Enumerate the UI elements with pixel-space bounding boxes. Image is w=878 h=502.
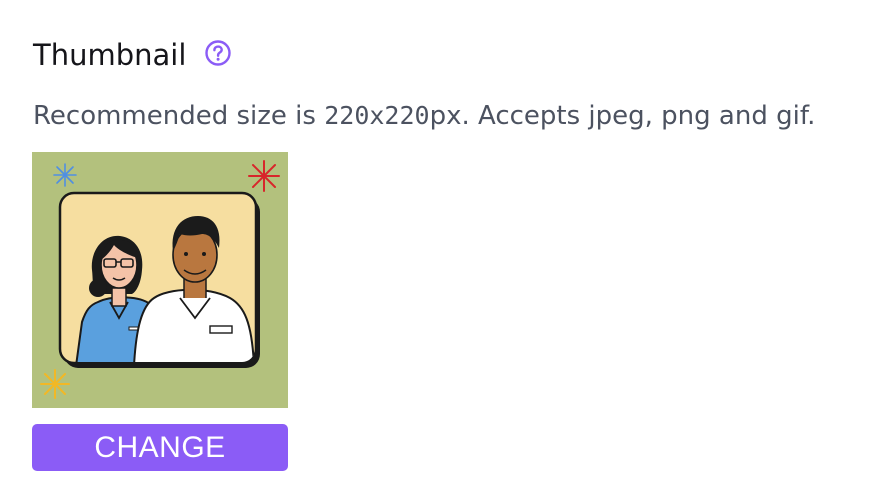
size-hint-dimensions: 220x220 xyxy=(324,101,430,130)
size-hint-suffix: px. Accepts jpeg, png and gif. xyxy=(429,101,816,131)
red-sparkle-icon xyxy=(248,160,280,192)
size-hint-prefix: Recommended size is xyxy=(33,101,325,131)
section-title: Thumbnail xyxy=(33,38,187,72)
thumbnail-image[interactable] xyxy=(32,152,288,408)
size-hint: Recommended size is 220x220px. Accepts j… xyxy=(33,98,815,134)
blue-sparkle-icon xyxy=(53,163,77,187)
help-icon[interactable] xyxy=(204,39,232,71)
change-button[interactable]: CHANGE xyxy=(32,424,288,471)
yellow-sparkle-icon xyxy=(40,369,70,399)
title-row: Thumbnail xyxy=(33,36,232,74)
